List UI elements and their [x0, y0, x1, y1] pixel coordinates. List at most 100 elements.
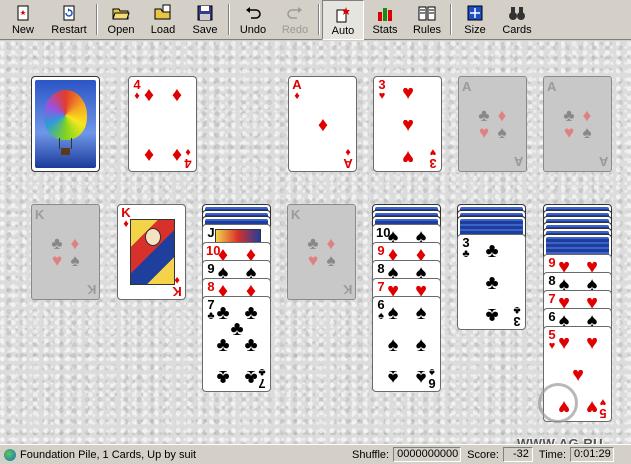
tableau-card[interactable]: 7 ♣ ♣ ♣ ♣ ♣ ♣ ♣ ♣ 7 ♣ — [202, 296, 271, 392]
suits-icon: ♣ ♦♥ ♠ — [307, 234, 336, 270]
diamond-icon: ♦ — [317, 114, 329, 136]
restart-label: Restart — [51, 24, 87, 36]
rules-button[interactable]: Rules — [406, 0, 448, 40]
tableau-pile-1-empty[interactable]: K ♣ ♦♥ ♠ K — [31, 204, 100, 300]
cards-label: Cards — [502, 24, 532, 36]
placeholder-letter: K — [291, 207, 301, 222]
undo-button[interactable]: Undo — [232, 0, 274, 40]
placeholder-letter: K — [342, 282, 352, 297]
open-button[interactable]: Open — [100, 0, 142, 40]
load-label: Load — [150, 24, 176, 36]
game-table: 4 ♦ ♦ ♦ ♦ ♦ 4 ♦ A ♦ ♦ A ♦ 3 ♥ ♥ ♥ ♥ 3 ♥ A ♣ ♦♥ ♠… — [0, 41, 631, 444]
card-rank: A — [343, 156, 353, 171]
tableau-card[interactable]: 6 ♠ ♠ ♠ ♠ ♠ ♠ ♠ 6 ♠ — [372, 296, 441, 392]
diamond-icon: ♦ — [143, 144, 155, 166]
status-bar: Foundation Pile, 1 Cards, Up by suit Shu… — [0, 444, 631, 464]
toolbar-separator — [318, 4, 320, 35]
card-rank: 5 — [599, 406, 607, 421]
stats-label: Stats — [372, 24, 398, 36]
auto-play-icon — [336, 7, 350, 23]
diamond-icon: ♦ — [294, 90, 300, 102]
save-label: Save — [192, 24, 218, 36]
stats-button[interactable]: Stats — [364, 0, 406, 40]
save-button[interactable]: Save — [184, 0, 226, 40]
shuffle-label: Shuffle: — [352, 448, 390, 461]
club-icon: ♣ — [258, 366, 266, 378]
waste-card[interactable]: 4 ♦ ♦ ♦ ♦ ♦ 4 ♦ — [128, 76, 197, 172]
bar-chart-icon — [378, 8, 392, 21]
spade-icon: ♠ — [387, 334, 399, 356]
redo-icon — [287, 7, 302, 19]
heart-icon: ♥ — [402, 146, 414, 168]
rules-label: Rules — [412, 24, 442, 36]
heart-icon: ♥ — [586, 332, 598, 354]
card-rank: 3 — [513, 314, 521, 329]
card-rank: J — [207, 225, 215, 240]
shuffle-value: 0000000000 — [393, 447, 462, 462]
new-label: New — [11, 24, 34, 36]
spade-icon: ♠ — [387, 366, 399, 388]
card-rank: K — [172, 284, 182, 299]
toolbar: New Restart Open Load Save Undo Redo Aut… — [0, 0, 631, 40]
load-button[interactable]: Load — [142, 0, 184, 40]
tableau-card[interactable]: 3 ♣ ♣ ♣ ♣ 3 ♣ — [457, 234, 526, 330]
spade-icon: ♠ — [415, 334, 427, 356]
new-game-icon — [17, 5, 29, 21]
auto-button[interactable]: Auto — [322, 0, 364, 40]
load-icon — [154, 4, 171, 20]
cards-button[interactable]: Cards — [496, 0, 538, 40]
resize-icon — [467, 5, 483, 21]
time-label: Time: — [538, 448, 566, 461]
card-rank: 4 — [184, 156, 192, 171]
score-label: Score: — [467, 448, 499, 461]
folder-open-icon — [112, 8, 130, 20]
spade-icon: ♠ — [387, 302, 399, 324]
heart-icon: ♥ — [572, 364, 584, 386]
toolbar-separator — [228, 4, 230, 35]
tableau-pile-4-empty[interactable]: K ♣ ♦♥ ♠ K — [287, 204, 356, 300]
size-label: Size — [464, 24, 486, 36]
size-button[interactable]: Size — [454, 0, 496, 40]
undo-label: Undo — [239, 24, 267, 36]
stock-pile[interactable] — [31, 76, 100, 172]
suits-icon: ♣ ♦♥ ♠ — [563, 106, 592, 142]
restart-button[interactable]: Restart — [44, 0, 94, 40]
placeholder-letter: A — [462, 79, 472, 94]
diamond-icon: ♦ — [171, 84, 183, 106]
globe-icon — [4, 448, 16, 461]
king-face-art — [130, 219, 175, 285]
club-icon: ♣ — [216, 366, 230, 388]
foundation-pile-1[interactable]: A ♦ ♦ A ♦ — [288, 76, 357, 172]
new-button[interactable]: New — [2, 0, 44, 40]
redo-button[interactable]: Redo — [274, 0, 316, 40]
hot-air-balloon-icon — [44, 90, 87, 140]
card-rank: 6 — [428, 376, 436, 391]
club-icon: ♣ — [485, 272, 499, 294]
time-value: 0:01:29 — [570, 447, 614, 462]
toolbar-separator — [450, 4, 452, 35]
placeholder-letter: K — [86, 282, 96, 297]
club-icon: ♣ — [244, 334, 258, 356]
undo-icon — [246, 7, 261, 19]
binoculars-icon — [509, 7, 525, 20]
card-rank: 7 — [258, 376, 266, 391]
heart-icon: ♥ — [402, 114, 414, 136]
heart-icon: ♥ — [378, 90, 386, 102]
club-icon: ♣ — [485, 304, 499, 326]
heart-icon: ♥ — [402, 82, 414, 104]
tableau-pile-2[interactable]: K ♦ K ♦ — [117, 204, 186, 300]
club-icon: ♣ — [513, 304, 521, 316]
placeholder-letter: K — [35, 207, 45, 222]
foundation-pile-3-empty[interactable]: A ♣ ♦♥ ♠ A — [458, 76, 527, 172]
suits-icon: ♣ ♦♥ ♠ — [478, 106, 507, 142]
floppy-disk-icon — [197, 5, 213, 21]
score-value: -32 — [502, 447, 533, 462]
suits-icon: ♣ ♦♥ ♠ — [51, 234, 80, 270]
placeholder-letter: A — [547, 79, 557, 94]
redo-label: Redo — [281, 24, 309, 36]
open-label: Open — [107, 24, 135, 36]
foundation-pile-2[interactable]: 3 ♥ ♥ ♥ ♥ 3 ♥ — [373, 76, 442, 172]
foundation-pile-4-empty[interactable]: A ♣ ♦♥ ♠ A — [543, 76, 612, 172]
placeholder-letter: A — [513, 154, 523, 169]
club-icon: ♣ — [485, 240, 499, 262]
